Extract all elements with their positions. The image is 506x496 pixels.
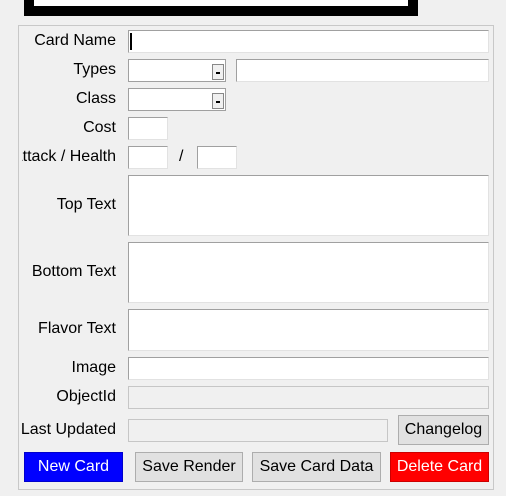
card-name-label: Card Name: [34, 32, 116, 49]
text-cursor: [130, 33, 132, 50]
object-id-field: [128, 386, 489, 409]
bottom-text-label: Bottom Text: [31, 263, 116, 280]
attack-health-label-text: Attack / Health: [22, 148, 116, 165]
flavor-text-input[interactable]: [128, 309, 489, 351]
image-label: Image: [71, 359, 116, 376]
image-input[interactable]: [128, 357, 489, 380]
chevron-down-icon[interactable]: [212, 64, 224, 80]
attack-input[interactable]: [128, 146, 168, 169]
bottom-text-input[interactable]: [128, 242, 489, 303]
save-card-data-button[interactable]: Save Card Data: [252, 452, 381, 482]
types-label: Types: [73, 61, 116, 78]
object-id-label: ObjectId: [56, 388, 116, 405]
card-preview-image: [24, 0, 418, 16]
card-preview-frame: [34, 0, 408, 6]
chevron-down-icon[interactable]: [212, 93, 224, 109]
last-updated-field: [128, 419, 388, 442]
type-secondary-input[interactable]: [236, 59, 489, 82]
save-render-button[interactable]: Save Render: [135, 452, 243, 482]
delete-card-button[interactable]: Delete Card: [390, 452, 489, 482]
class-select[interactable]: [128, 88, 226, 111]
card-name-input[interactable]: [128, 30, 489, 53]
top-text-label: Top Text: [56, 196, 116, 213]
cost-input[interactable]: [128, 117, 168, 140]
attack-health-label: Attack / Health: [22, 146, 116, 168]
last-updated-label-text: Last Updated: [22, 421, 116, 438]
cost-label: Cost: [83, 119, 116, 136]
flavor-text-label: Flavor Text: [38, 320, 116, 337]
last-updated-label: Last Updated: [22, 419, 116, 441]
class-label: Class: [75, 90, 116, 107]
changelog-button[interactable]: Changelog: [398, 415, 489, 445]
new-card-button[interactable]: New Card: [24, 452, 123, 482]
health-input[interactable]: [197, 146, 237, 169]
attack-health-separator: /: [179, 148, 184, 165]
top-text-input[interactable]: [128, 175, 489, 236]
type-primary-select[interactable]: [128, 59, 226, 82]
